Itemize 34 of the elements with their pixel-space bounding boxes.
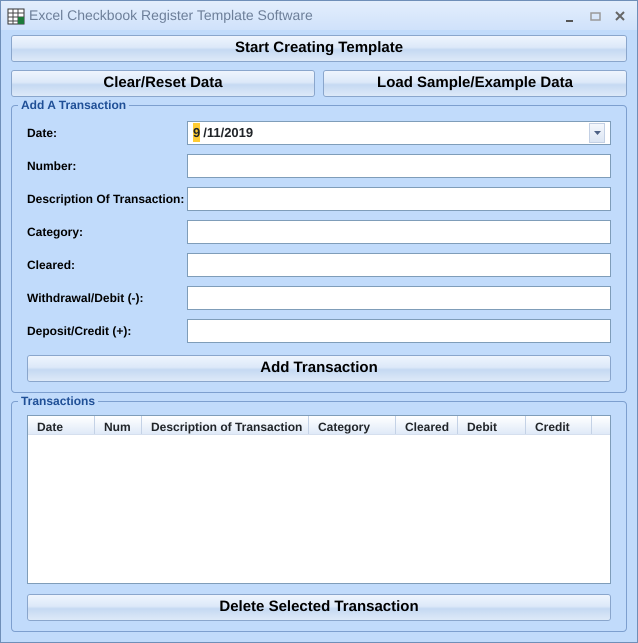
input-field[interactable] xyxy=(187,252,611,276)
spreadsheet-icon xyxy=(7,6,25,24)
field-label: Description Of Transaction: xyxy=(27,190,186,208)
field-label: Category: xyxy=(27,224,84,240)
maximize-icon[interactable] xyxy=(589,10,601,22)
add-button[interactable]: Add Transaction xyxy=(27,355,611,382)
column-header[interactable]: Cleared xyxy=(396,416,458,434)
input-field[interactable] xyxy=(187,318,611,342)
input-field[interactable] xyxy=(187,186,611,210)
button[interactable]: Start Creating Template xyxy=(11,35,627,62)
date-segment[interactable]: /11/2019 xyxy=(203,122,254,142)
column-header[interactable]: Date xyxy=(28,416,95,434)
button[interactable]: Load Sample/Example Data xyxy=(323,70,627,97)
close-icon[interactable] xyxy=(614,10,626,22)
input-field[interactable] xyxy=(187,220,611,244)
window-title: Excel Checkbook Register Template Software xyxy=(29,6,314,25)
date-segment[interactable]: 9 xyxy=(193,122,200,142)
field-label: Withdrawal/Debit (-): xyxy=(27,290,145,306)
field-label: Date: xyxy=(27,124,58,142)
column-header[interactable]: Debit xyxy=(458,416,526,434)
delete-button[interactable]: Delete Selected Transaction xyxy=(27,594,611,621)
dropdown-button[interactable] xyxy=(589,122,605,142)
button[interactable]: Clear/Reset Data xyxy=(11,70,315,97)
column-header[interactable]: Category xyxy=(309,416,396,434)
field-label: Cleared: xyxy=(27,256,76,274)
field-label: Number: xyxy=(27,158,78,174)
input-field[interactable] xyxy=(187,286,611,310)
caret-icon xyxy=(594,130,600,134)
input-field[interactable] xyxy=(187,154,611,178)
column-header[interactable]: Num xyxy=(95,416,142,434)
column-header[interactable]: Description of Transaction xyxy=(142,416,309,434)
column-header[interactable]: Credit xyxy=(526,416,592,434)
date-picker[interactable]: 9 /11/2019 xyxy=(187,120,611,144)
field-label: Deposit/Credit (+): xyxy=(27,322,132,340)
